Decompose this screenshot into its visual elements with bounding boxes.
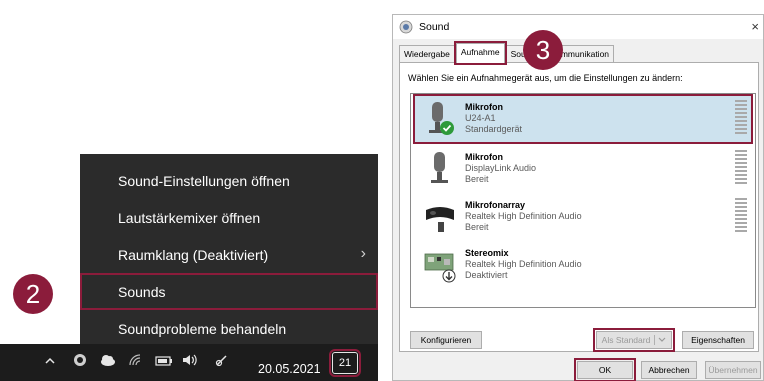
menu-item-troubleshoot[interactable]: Soundprobleme behandeln: [80, 310, 378, 347]
speaker-icon: [399, 20, 413, 34]
menu-item-sound-settings[interactable]: Sound-Einstellungen öffnen: [80, 162, 378, 199]
device-row-mikrofon-displaylink[interactable]: Mikrofon DisplayLink Audio Bereit: [415, 146, 751, 192]
cloud-icon[interactable]: [98, 352, 118, 372]
set-default-label: Als Standard: [601, 335, 651, 345]
device-name: Mikrofon: [465, 152, 503, 162]
level-meter: [735, 150, 747, 186]
menu-item-label: Sound-Einstellungen öffnen: [118, 172, 290, 189]
menu-item-sounds[interactable]: Sounds: [80, 273, 378, 310]
pen-icon[interactable]: [212, 352, 232, 372]
device-description: DisplayLink Audio: [465, 163, 537, 173]
device-description: Realtek High Definition Audio: [465, 259, 582, 269]
taskbar: 20.05.2021 21: [0, 344, 378, 381]
recording-panel: Wählen Sie ein Aufnahmegerät aus, um die…: [399, 62, 759, 352]
device-name: Stereomix: [465, 248, 509, 258]
device-status: Bereit: [465, 174, 489, 184]
device-name: Mikrofon: [465, 102, 503, 112]
microphone-array-icon: [423, 198, 457, 236]
device-status: Bereit: [465, 222, 489, 232]
configure-button[interactable]: Konfigurieren: [410, 331, 482, 349]
device-row-mikrofon-u24[interactable]: Mikrofon U24-A1 Standardgerät: [413, 94, 753, 144]
close-icon[interactable]: ×: [751, 19, 759, 34]
sound-dialog: Sound × Wiedergabe Aufnahme Sounds Kommu…: [392, 14, 764, 381]
sound-context-menu: Sound-Einstellungen öffnen Lautstärkemix…: [80, 154, 378, 344]
device-row-mikrofonarray[interactable]: Mikrofonarray Realtek High Definition Au…: [415, 194, 751, 240]
ok-button[interactable]: OK: [574, 358, 636, 381]
level-meter: [735, 100, 747, 136]
properties-button[interactable]: Eigenschaften: [682, 331, 754, 349]
microphone-icon: [423, 150, 457, 188]
chevron-right-icon: ›: [360, 245, 366, 262]
cancel-button[interactable]: Abbrechen: [641, 361, 697, 379]
device-description: U24-A1: [465, 113, 496, 123]
menu-item-label: Sounds: [118, 283, 166, 300]
level-meter: [735, 198, 747, 234]
tab-strip: Wiedergabe Aufnahme Sounds Kommunikation: [399, 41, 615, 65]
device-list: Mikrofon U24-A1 Standardgerät Mikrofon D…: [410, 93, 756, 308]
microphone-default-icon: [423, 100, 457, 138]
menu-item-label: Lautstärkemixer öffnen: [118, 209, 261, 226]
menu-item-volume-mixer[interactable]: Lautstärkemixer öffnen: [80, 199, 378, 236]
device-description: Realtek High Definition Audio: [465, 211, 582, 221]
dialog-titlebar: Sound ×: [393, 15, 763, 39]
set-default-button[interactable]: Als Standard: [593, 328, 675, 352]
menu-item-label: Raumklang (Deaktiviert): [118, 246, 269, 263]
notification-center-button[interactable]: 21: [329, 349, 361, 377]
tab-playback[interactable]: Wiedergabe: [399, 45, 455, 63]
chevron-down-icon[interactable]: [654, 335, 666, 345]
device-status: Deaktiviert: [465, 270, 508, 280]
wifi-icon[interactable]: [126, 352, 146, 372]
battery-icon[interactable]: [154, 352, 174, 372]
menu-item-spatial-sound[interactable]: Raumklang (Deaktiviert) ›: [80, 236, 378, 273]
apply-button[interactable]: Übernehmen: [705, 361, 761, 379]
tab-recording[interactable]: Aufnahme: [453, 41, 507, 65]
instruction-text: Wählen Sie ein Aufnahmegerät aus, um die…: [408, 73, 683, 83]
menu-item-label: Soundprobleme behandeln: [118, 320, 287, 337]
volume-icon[interactable]: [180, 352, 200, 372]
device-status: Standardgerät: [465, 124, 523, 134]
step-badge-2: 2: [13, 274, 53, 314]
security-icon[interactable]: [70, 352, 90, 372]
sound-card-icon: [423, 246, 457, 284]
chevron-up-icon[interactable]: [40, 352, 60, 372]
device-name: Mikrofonarray: [465, 200, 526, 210]
dialog-title: Sound: [419, 21, 450, 33]
step-badge-3: 3: [523, 30, 563, 70]
device-row-stereomix[interactable]: Stereomix Realtek High Definition Audio …: [415, 242, 751, 288]
taskbar-date[interactable]: 20.05.2021: [258, 362, 321, 376]
